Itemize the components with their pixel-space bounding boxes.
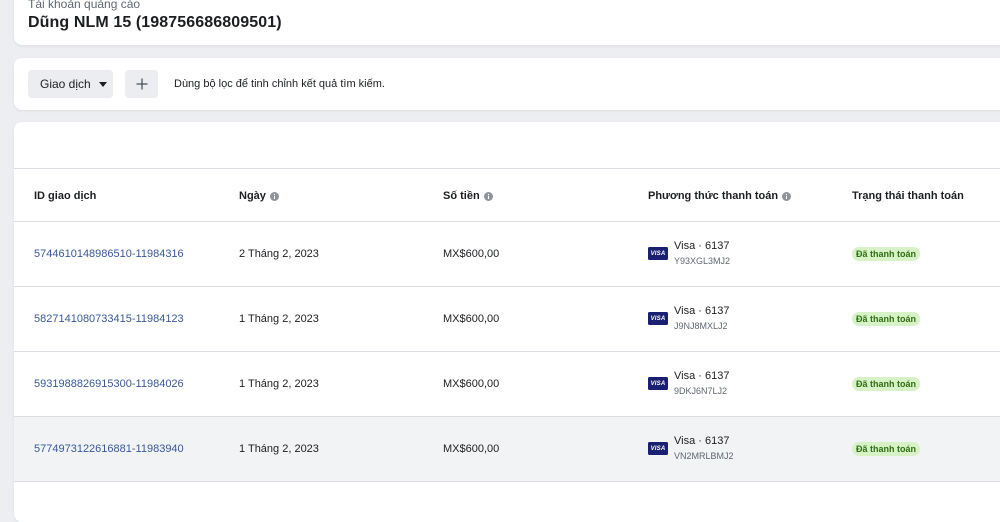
table-row[interactable]: 5774973122616881-11983940 1 Tháng 2, 202…: [14, 417, 1000, 482]
payment-reference-code: Y93XGL3MJ2: [674, 256, 731, 266]
payment-reference-code: VN2MRLBMJ2: [674, 451, 734, 461]
transaction-amount: MX$600,00: [443, 248, 500, 260]
status-badge: Đã thanh toán: [852, 247, 920, 261]
transaction-id-link[interactable]: 5931988826915300-11984026: [34, 377, 184, 391]
payment-reference-code: J9NJ8MXLJ2: [674, 321, 728, 331]
transaction-id-link[interactable]: 5827141080733415-11984123: [34, 312, 184, 326]
column-header-payment-method[interactable]: Phương thức thanh toán: [648, 189, 792, 203]
column-header-date[interactable]: Ngày: [239, 189, 279, 203]
payment-method-label: Visa · 6137: [674, 305, 730, 317]
column-header-label: ID giao dịch: [34, 190, 97, 202]
status-badge: Đã thanh toán: [852, 442, 920, 456]
transaction-type-dropdown[interactable]: Giao dịch: [28, 70, 113, 98]
column-header-label: Số tiền: [443, 190, 480, 202]
table-toolbar: [14, 122, 1000, 169]
status-badge: Đã thanh toán: [852, 377, 920, 391]
filter-bar: Giao dịch Dùng bộ lọc để tinh chỉnh kết …: [14, 58, 1000, 110]
column-header-transaction-id[interactable]: ID giao dịch: [34, 189, 96, 203]
transaction-date: 1 Tháng 2, 2023: [239, 313, 319, 325]
caret-down-icon: [98, 82, 107, 87]
transaction-id-link[interactable]: 5744610148986510-11984316: [34, 247, 184, 261]
payment-method: VISA Visa · 6137 J9NJ8MXLJ2: [648, 305, 729, 332]
add-filter-button[interactable]: [125, 70, 158, 98]
table-row[interactable]: 5827141080733415-11984123 1 Tháng 2, 202…: [14, 287, 1000, 352]
visa-card-icon: VISA: [648, 442, 668, 455]
filter-hint-text: Dùng bộ lọc để tinh chỉnh kết quả tìm ki…: [174, 78, 385, 90]
transaction-amount: MX$600,00: [443, 378, 500, 390]
table-row[interactable]: 5931988826915300-11984026 1 Tháng 2, 202…: [14, 352, 1000, 417]
transactions-table: ID giao dịch Ngày Số tiền Phương thức th…: [14, 122, 1000, 522]
table-header: ID giao dịch Ngày Số tiền Phương thức th…: [14, 169, 1000, 222]
ad-account-name: Dũng NLM 15 (198756686809501): [28, 14, 282, 31]
payment-method: VISA Visa · 6137 VN2MRLBMJ2: [648, 435, 734, 462]
payment-reference-code: 9DKJ6N7LJ2: [674, 386, 728, 396]
info-icon[interactable]: [269, 191, 279, 201]
payment-method-label: Visa · 6137: [674, 240, 730, 252]
info-icon[interactable]: [483, 191, 493, 201]
transaction-date: 1 Tháng 2, 2023: [239, 378, 319, 390]
visa-card-icon: VISA: [648, 312, 668, 325]
column-header-amount[interactable]: Số tiền: [443, 189, 493, 203]
payment-method-label: Visa · 6137: [674, 435, 730, 447]
transaction-type-dropdown-label: Giao dịch: [40, 77, 91, 91]
column-header-label: Trạng thái thanh toán: [852, 190, 964, 202]
visa-card-icon: VISA: [648, 377, 668, 390]
column-header-label: Phương thức thanh toán: [648, 190, 779, 202]
transaction-date: 1 Tháng 2, 2023: [239, 443, 319, 455]
transaction-amount: MX$600,00: [443, 443, 500, 455]
payment-method-label: Visa · 6137: [674, 370, 730, 382]
ad-account-label: Tài khoản quảng cáo: [28, 0, 141, 11]
transaction-date: 2 Tháng 2, 2023: [239, 248, 319, 260]
plus-icon: [136, 78, 148, 90]
status-badge: Đã thanh toán: [852, 312, 920, 326]
transaction-id-link[interactable]: 5774973122616881-11983940: [34, 442, 184, 456]
transaction-amount: MX$600,00: [443, 313, 500, 325]
payment-method: VISA Visa · 6137 Y93XGL3MJ2: [648, 240, 730, 267]
column-header-label: Ngày: [239, 190, 266, 202]
visa-card-icon: VISA: [648, 247, 668, 260]
payment-method: VISA Visa · 6137 9DKJ6N7LJ2: [648, 370, 729, 397]
table-row[interactable]: 5744610148986510-11984316 2 Tháng 2, 202…: [14, 222, 1000, 287]
ad-account-card: Tài khoản quảng cáo Dũng NLM 15 (1987566…: [14, 0, 1000, 45]
column-header-payment-status[interactable]: Trạng thái thanh toán: [852, 189, 964, 203]
info-icon[interactable]: [782, 191, 792, 201]
